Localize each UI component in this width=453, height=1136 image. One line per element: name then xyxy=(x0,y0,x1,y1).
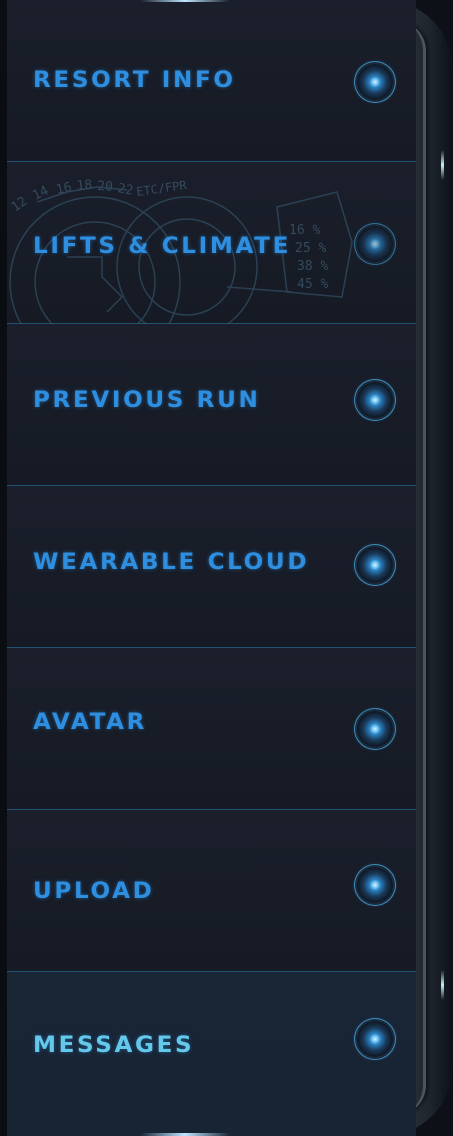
menu-item-previous-run[interactable]: Previous Run xyxy=(7,324,416,486)
dial-tick-label: 20 xyxy=(97,179,113,195)
indicator-knob-icon xyxy=(357,1021,393,1057)
dial-tick-label: 12 xyxy=(9,194,30,215)
indicator-knob-icon xyxy=(357,867,393,903)
edge-glow-light xyxy=(441,970,444,1000)
edge-glow-light xyxy=(441,150,444,180)
indicator-knob-icon xyxy=(357,382,393,418)
menu-item-avatar[interactable]: Avatar xyxy=(7,648,416,810)
menu-item-messages[interactable]: Messages xyxy=(7,972,416,1136)
indicator-knob-icon xyxy=(357,547,393,583)
dial-tick-label: 18 xyxy=(76,178,93,194)
top-glow-light xyxy=(140,0,230,2)
percent-readout: 25 % xyxy=(295,241,326,256)
menu-item-resort-info[interactable]: Resort Info xyxy=(7,0,416,162)
percent-readout: 38 % xyxy=(297,259,328,274)
menu-item-label: Resort Info xyxy=(33,68,236,93)
menu-item-upload[interactable]: Upload xyxy=(7,810,416,972)
indicator-knob-icon xyxy=(357,64,393,100)
percent-readout: 16 % xyxy=(289,223,320,238)
dial-tick-label: 14 xyxy=(30,183,51,203)
dial-tick-label: 22 xyxy=(116,181,134,198)
menu-item-label: Lifts & Climate xyxy=(33,234,291,259)
menu-item-label: Avatar xyxy=(33,710,148,735)
menu-item-label: Previous Run xyxy=(33,388,261,413)
left-edge-strip xyxy=(0,0,7,1136)
percent-readout: 45 % xyxy=(297,277,328,292)
dial-caption: ETC/FPR xyxy=(135,178,188,199)
menu-item-label: Messages xyxy=(33,1033,195,1058)
menu-item-lifts-climate[interactable]: 12 14 16 18 20 22 ETC/FPR 16 % 25 % 38 %… xyxy=(7,162,416,324)
menu-item-label: Upload xyxy=(33,879,155,904)
menu-item-wearable-cloud[interactable]: Wearable Cloud xyxy=(7,486,416,648)
indicator-knob-icon xyxy=(357,711,393,747)
dial-tick-label: 16 xyxy=(55,180,73,198)
menu-item-label: Wearable Cloud xyxy=(33,550,310,575)
indicator-knob-icon xyxy=(357,226,393,262)
